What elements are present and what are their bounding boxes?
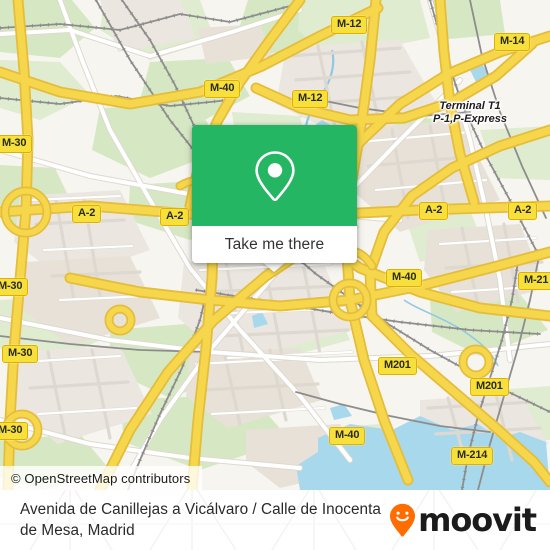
- road-shield: M-30: [0, 135, 33, 153]
- road-shield: A-2: [72, 205, 102, 223]
- road-shield: M-30: [0, 422, 29, 440]
- road-shield: A-2: [160, 208, 190, 226]
- road-shield: M201: [378, 357, 417, 375]
- road-shield: A-2: [508, 202, 538, 220]
- road-shield: M-14: [494, 33, 531, 51]
- moovit-pin-smile-icon: [390, 503, 416, 537]
- road-shield: M-30: [2, 345, 39, 363]
- place-title: Avenida de Canillejas a Vicálvaro / Call…: [20, 501, 381, 539]
- map-viewport[interactable]: .mw { stroke:#f6d74b; stroke-linecap:rou…: [0, 0, 550, 490]
- popup-icon-panel: [192, 125, 357, 226]
- moovit-wordmark: moovit: [418, 501, 537, 539]
- popup-tail: [262, 262, 286, 272]
- place-label-line: P-1,P-Express: [433, 112, 507, 125]
- moovit-map-screenshot: .mw { stroke:#f6d74b; stroke-linecap:rou…: [0, 0, 550, 550]
- road-shield: M-30: [0, 278, 29, 296]
- take-me-there-popup[interactable]: Take me there: [192, 125, 357, 263]
- road-shield: A-2: [419, 202, 449, 220]
- map-pin-icon: [254, 150, 295, 201]
- take-me-there-label[interactable]: Take me there: [192, 226, 357, 263]
- road-shield: M201: [470, 378, 509, 396]
- place-label: Terminal T1 P-1,P-Express: [433, 100, 507, 125]
- footer-bar: Avenida de Canillejas a Vicálvaro / Call…: [0, 490, 550, 550]
- road-shield: M-12: [331, 16, 368, 34]
- moovit-logo[interactable]: moovit: [389, 501, 537, 539]
- road-shield: M-214: [451, 447, 494, 465]
- road-shield: M-21: [518, 272, 550, 290]
- osm-attribution: © OpenStreetMap contributors: [0, 466, 203, 490]
- road-shield: M-40: [204, 80, 241, 98]
- road-shield: M-40: [329, 427, 366, 445]
- place-label-line: Terminal T1: [439, 100, 501, 112]
- road-shield: M-12: [292, 90, 329, 108]
- road-shield: M-40: [386, 269, 423, 287]
